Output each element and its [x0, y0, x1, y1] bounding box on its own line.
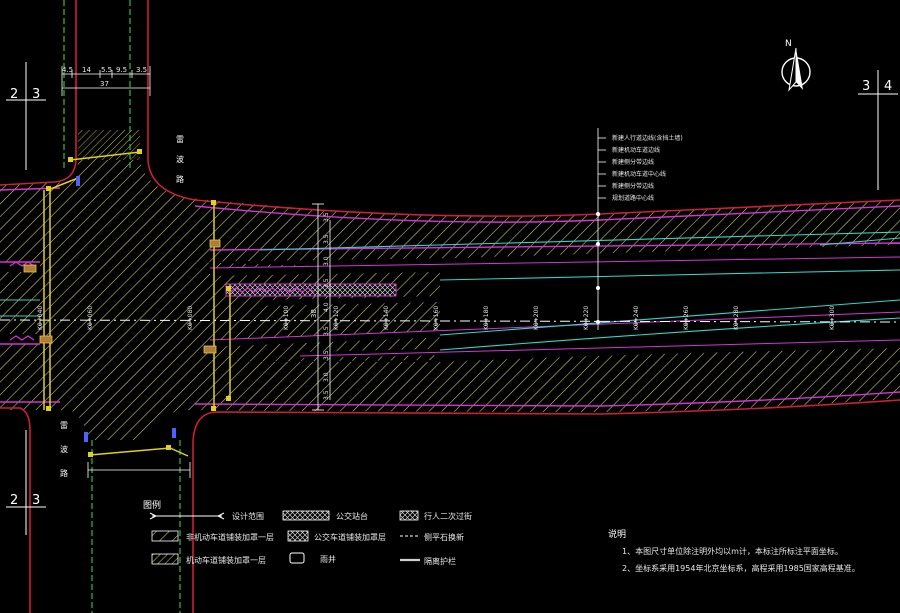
section-dim-label: 3.5 [323, 326, 330, 336]
north-arrow [781, 47, 811, 92]
callout-4: 新建机动车道中心线 [612, 170, 666, 178]
match-label-left-top-a: 2 [10, 87, 18, 102]
station-label: K0+300 [829, 306, 836, 330]
match-label-left-bottom-b: 3 [32, 493, 40, 508]
callout-1: 新建人行道边线(含挡土墙) [612, 134, 683, 142]
station-label: K0+160 [433, 306, 440, 330]
callout-2: 新建机动车道边线 [612, 146, 660, 154]
section-dim-label: 3.0 [323, 256, 330, 266]
notes-line-1: 1、本图尺寸单位除注明外均以m计，本标注所标注平面坐标。 [622, 546, 843, 556]
legend-label-bus-stop: 公交站台 [336, 511, 368, 521]
station-label: K0+120 [333, 306, 340, 330]
legend-label-rain-well: 雨井 [320, 554, 336, 564]
section-dim-label: 3.5 [323, 234, 330, 244]
station-label: K0+200 [533, 306, 540, 330]
legend-label-motor-overlay: 机动车道铺装加罩一层 [186, 555, 266, 565]
station-label: K0+180 [483, 306, 490, 330]
legend-symbol-bus-stop [282, 510, 330, 521]
legend-label-bus-lane-overlay: 公交车道铺装加罩层 [314, 532, 386, 542]
station-label: K0+240 [633, 306, 640, 330]
cross-street-bottom-3: 路 [60, 468, 68, 478]
notes: 说明 1、本图尺寸单位除注明外均以m计，本标注所标注平面坐标。 2、坐标系采用1… [608, 528, 860, 573]
top-dim-total: 37 [100, 80, 109, 88]
cross-street-bottom-2: 波 [60, 444, 68, 454]
match-label-right-top-a: 3 [862, 79, 870, 94]
legend-label-guardrail: 隔离护栏 [424, 556, 456, 566]
callout-5: 新建侧分带边线 [612, 182, 654, 190]
section-dim-label: 3.5 [323, 278, 330, 288]
cross-street-top-2: 波 [176, 154, 184, 164]
legend-symbol-rain-well [289, 552, 305, 564]
station-label: K0+100 [283, 306, 290, 330]
callout-6: 规划道路中心线 [612, 194, 654, 202]
top-dim-2: 14 [82, 66, 91, 74]
station-label: K0+080 [187, 306, 194, 330]
station-label: K0+040 [37, 306, 44, 330]
match-label-left-bottom-a: 2 [10, 493, 18, 508]
station-label: K0+060 [87, 306, 94, 330]
top-dim-1: 4.5 [62, 66, 73, 74]
legend-symbol-nonmotor-overlay [151, 530, 179, 542]
section-dim-label: 4.0 [323, 302, 330, 312]
station-label: K0+280 [733, 306, 740, 330]
notes-line-2: 2、坐标系采用1954年北京坐标系，高程采用1985国家高程基准。 [622, 563, 860, 573]
top-dim-3: 5.5 [101, 66, 112, 74]
legend-title: 图例 [143, 499, 161, 511]
bottom-dimension-lines [87, 462, 191, 478]
top-dim-4: 9.5 [116, 66, 127, 74]
section-dim-label: 3.5 [323, 212, 330, 222]
legend-label-curb: 侧平石换新 [424, 532, 464, 542]
cross-street-top-3: 路 [176, 174, 184, 184]
top-dim-5: 3.5 [136, 66, 147, 74]
section-dim-label: 3.0 [323, 372, 330, 382]
section-dim-label: 3.5 [323, 390, 330, 400]
section-total: 38 [310, 309, 318, 318]
match-label-right-top-b: 4 [884, 79, 892, 94]
legend-symbol-bus-lane-overlay [287, 530, 309, 542]
station-label: K0+260 [683, 306, 690, 330]
road-plan-drawing: 2 3 2 3 3 4 N 4.5 14 5.5 9.5 3.5 37 雷 波 … [0, 0, 900, 613]
legend-symbol-motor-overlay [151, 553, 179, 565]
section-dim-label: 3.5 [323, 350, 330, 360]
legend-symbol-design-range [149, 512, 225, 520]
match-label-left-top-b: 3 [32, 87, 40, 102]
legend-symbol-pedestrian-crossing [399, 510, 419, 521]
legend-label-nonmotor-overlay: 非机动车道铺装加罩一层 [186, 532, 274, 542]
station-label: K0+140 [383, 306, 390, 330]
notes-title: 说明 [608, 528, 626, 540]
callout-3: 新建侧分带边线 [612, 158, 654, 166]
cross-street-top-1: 雷 [176, 135, 184, 144]
station-label: K0+220 [583, 306, 590, 330]
legend-label-pedestrian-crossing: 行人二次过街 [424, 511, 472, 521]
north-label: N [785, 39, 792, 49]
cross-street-bottom-1: 雷 [60, 421, 68, 430]
legend-label-design-range: 设计范围 [232, 511, 264, 521]
